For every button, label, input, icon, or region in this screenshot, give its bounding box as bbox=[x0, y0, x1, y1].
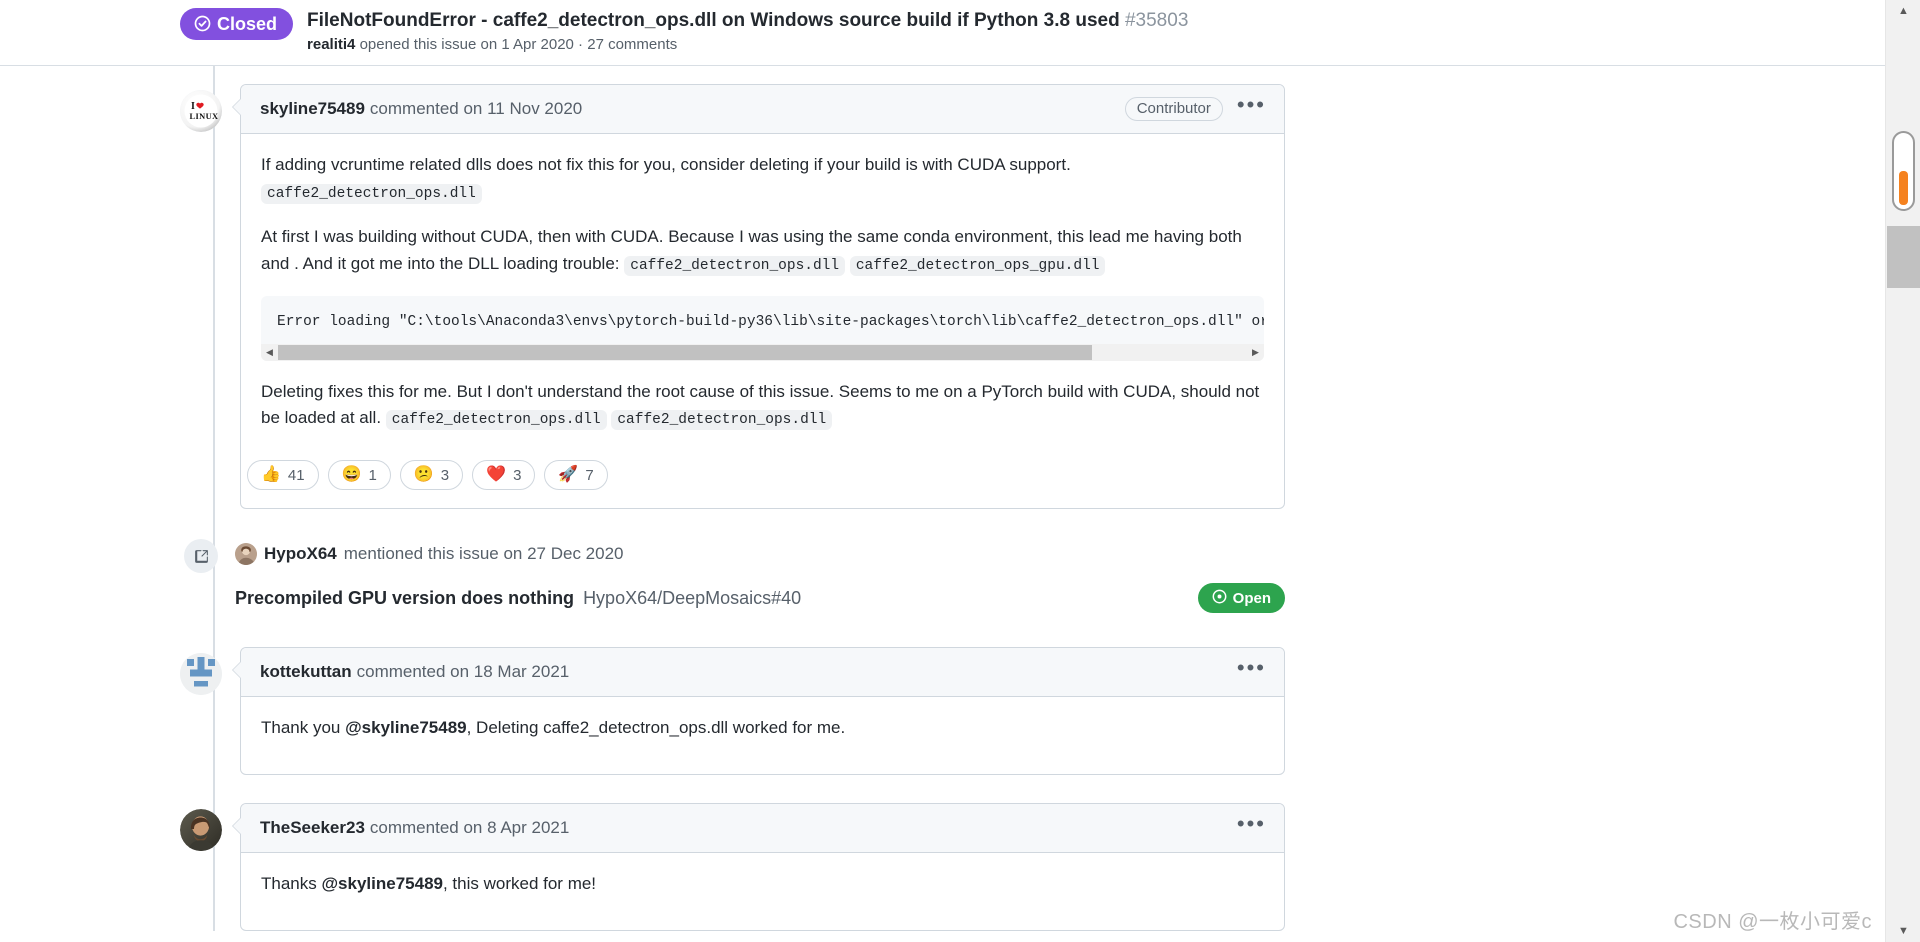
cross-reference-ref[interactable]: HypoX64/DeepMosaics#40 bbox=[583, 588, 801, 609]
comment-menu-button[interactable]: ••• bbox=[1235, 657, 1268, 687]
avatar-i-love-linux[interactable]: I LINUX bbox=[180, 90, 222, 132]
paragraph-text-a: Thank you bbox=[261, 718, 346, 738]
comment-kottekuttan: kottekuttan commented on 18 Mar 2021 •••… bbox=[180, 647, 1885, 776]
svg-text:I: I bbox=[191, 101, 195, 112]
comment-body: Thank you @skyline75489, Deleting caffe2… bbox=[241, 697, 1284, 774]
comment-paragraph-3: Deleting fixes this for me. But I don't … bbox=[261, 379, 1264, 433]
comment-card: kottekuttan commented on 18 Mar 2021 •••… bbox=[232, 647, 1285, 776]
page-vertical-scrollbar[interactable]: ▲ ▼ bbox=[1885, 0, 1920, 942]
inline-code-3: caffe2_detectron_ops_gpu.dll bbox=[849, 255, 1106, 276]
comment-paragraph-2: At first I was building without CUDA, th… bbox=[261, 224, 1264, 278]
comment-menu-button[interactable]: ••• bbox=[1235, 813, 1268, 843]
comment-author[interactable]: TheSeeker23 bbox=[260, 818, 365, 838]
comment-card: skyline75489 commented on 11 Nov 2020 Co… bbox=[232, 84, 1285, 510]
user-mention[interactable]: @skyline75489 bbox=[321, 874, 443, 893]
paragraph-text-b: , Deleting caffe2_detectron_ops.dll work… bbox=[466, 718, 846, 738]
scroll-up-arrow-icon[interactable]: ▲ bbox=[1886, 0, 1920, 22]
comment-author[interactable]: skyline75489 bbox=[260, 99, 365, 119]
paragraph-text-b: , this worked for me! bbox=[442, 874, 597, 894]
code-block-horizontal-scrollbar[interactable]: ◀ ▶ bbox=[261, 343, 1264, 361]
issue-header: Closed FileNotFoundError - caffe2_detect… bbox=[0, 0, 1885, 66]
issue-author[interactable]: realiti4 bbox=[307, 36, 355, 53]
comment-author[interactable]: kottekuttan bbox=[260, 662, 352, 682]
thumbs-up-icon: 👍 bbox=[261, 466, 281, 484]
page-title: FileNotFoundError - caffe2_detectron_ops… bbox=[307, 9, 1188, 33]
scroll-right-arrow-icon[interactable]: ▶ bbox=[1247, 344, 1264, 361]
issue-timeline: I LINUX skyline75489 commented on 11 Nov… bbox=[0, 66, 1885, 932]
cross-reference-title[interactable]: Precompiled GPU version does nothing bbox=[235, 588, 574, 609]
reaction-rocket[interactable]: 🚀 7 bbox=[544, 460, 608, 491]
rocket-icon: 🚀 bbox=[558, 466, 579, 484]
svg-text:LINUX: LINUX bbox=[190, 112, 219, 121]
inline-code-2: caffe2_detectron_ops.dll bbox=[624, 255, 846, 276]
page-viewport: Closed FileNotFoundError - caffe2_detect… bbox=[0, 0, 1885, 942]
issue-title-text: FileNotFoundError - caffe2_detectron_ops… bbox=[307, 10, 1120, 31]
comment-timestamp: commented on 11 Nov 2020 bbox=[369, 99, 583, 118]
scroll-down-arrow-icon[interactable]: ▼ bbox=[1886, 920, 1920, 942]
reaction-count: 41 bbox=[287, 466, 305, 484]
event-summary: HypoX64 mentioned this issue on 27 Dec 2… bbox=[235, 537, 1285, 571]
scrollbar-track[interactable] bbox=[278, 344, 1247, 361]
cross-reference-row: Precompiled GPU version does nothing Hyp… bbox=[235, 583, 1285, 614]
comment-timestamp: commented on 18 Mar 2021 bbox=[356, 662, 570, 682]
comment-menu-button[interactable]: ••• bbox=[1235, 94, 1268, 124]
avatar-hypox64[interactable] bbox=[235, 543, 257, 566]
issue-state-badge: Closed bbox=[180, 8, 294, 40]
comment-theseeker23: TheSeeker23 commented on 8 Apr 2021 ••• … bbox=[180, 803, 1885, 932]
avatar-photo-person[interactable] bbox=[180, 809, 222, 852]
user-mention[interactable]: @skyline75489 bbox=[345, 718, 467, 737]
comment-skyline75489: I LINUX skyline75489 commented on 11 Nov… bbox=[180, 84, 1885, 510]
avatar-identicon-blue[interactable] bbox=[180, 653, 222, 696]
comment-paragraph-1: Thanks @skyline75489, this worked for me… bbox=[261, 871, 1264, 898]
comment-header: skyline75489 commented on 11 Nov 2020 Co… bbox=[241, 85, 1284, 134]
status-badge: Contributor bbox=[1124, 97, 1223, 121]
issue-closed-icon bbox=[194, 15, 211, 32]
inline-code-4: caffe2_detectron_ops.dll bbox=[385, 410, 607, 431]
issue-subtitle: realiti4 opened this issue on 1 Apr 2020… bbox=[307, 36, 1188, 53]
issue-state-label: Closed bbox=[217, 13, 278, 34]
issue-number: #35803 bbox=[1124, 10, 1189, 31]
paragraph-text-a: Thanks bbox=[261, 874, 322, 894]
reaction-count: 3 bbox=[513, 466, 522, 484]
timeline-event-mentioned: HypoX64 mentioned this issue on 27 Dec 2… bbox=[180, 537, 1885, 614]
comment-header: kottekuttan commented on 18 Mar 2021 ••• bbox=[241, 648, 1284, 698]
reaction-count: 1 bbox=[368, 466, 377, 484]
find-match-highlight bbox=[1899, 171, 1908, 205]
scroll-left-arrow-icon[interactable]: ◀ bbox=[261, 344, 278, 361]
comment-card: TheSeeker23 commented on 8 Apr 2021 ••• … bbox=[232, 803, 1285, 932]
reaction-count: 7 bbox=[585, 466, 594, 484]
scrollbar-thumb[interactable] bbox=[278, 344, 1092, 360]
reaction-thumbs-up[interactable]: 👍 41 bbox=[247, 460, 319, 491]
code-block-content: Error loading "C:\tools\Anaconda3\envs\p… bbox=[277, 313, 1264, 330]
inline-code-5: caffe2_detectron_ops.dll bbox=[611, 410, 833, 431]
event-content: HypoX64 mentioned this issue on 27 Dec 2… bbox=[235, 537, 1285, 614]
reactions-row: 👍 41 😄 1 😕 3 ❤️ 3 🚀 7 bbox=[241, 456, 1284, 508]
issue-opened-text: opened this issue on 1 Apr 2020 · 27 com… bbox=[359, 35, 678, 53]
heart-icon: ❤️ bbox=[486, 466, 507, 484]
comment-paragraph-1: If adding vcruntime related dlls does no… bbox=[261, 152, 1264, 206]
find-match-marker bbox=[1892, 131, 1915, 211]
confused-icon: 😕 bbox=[413, 466, 434, 484]
comment-body: Thanks @skyline75489, this worked for me… bbox=[241, 853, 1284, 930]
cross-reference-icon bbox=[184, 539, 218, 574]
comment-timestamp: commented on 8 Apr 2021 bbox=[369, 818, 570, 838]
event-text: mentioned this issue on 27 Dec 2020 bbox=[343, 544, 624, 564]
scrollbar-thumb[interactable] bbox=[1887, 226, 1920, 288]
laugh-icon: 😄 bbox=[341, 466, 362, 484]
comment-header: TheSeeker23 commented on 8 Apr 2021 ••• bbox=[241, 804, 1284, 854]
comment-body: If adding vcruntime related dlls does no… bbox=[241, 134, 1284, 456]
reaction-heart[interactable]: ❤️ 3 bbox=[472, 460, 536, 491]
code-block: Error loading "C:\tools\Anaconda3\envs\p… bbox=[261, 295, 1264, 361]
reaction-laugh[interactable]: 😄 1 bbox=[327, 460, 391, 491]
paragraph-1-text: If adding vcruntime related dlls does no… bbox=[261, 155, 1071, 174]
reaction-confused[interactable]: 😕 3 bbox=[399, 460, 464, 491]
cross-reference-state-label: Open bbox=[1232, 589, 1271, 607]
reaction-count: 3 bbox=[440, 466, 450, 484]
comment-paragraph-1: Thank you @skyline75489, Deleting caffe2… bbox=[261, 715, 1264, 742]
cross-reference-state-badge: Open bbox=[1197, 583, 1285, 614]
event-actor[interactable]: HypoX64 bbox=[264, 544, 337, 564]
inline-code-1: caffe2_detectron_ops.dll bbox=[261, 183, 482, 204]
issue-opened-icon bbox=[1212, 589, 1227, 607]
